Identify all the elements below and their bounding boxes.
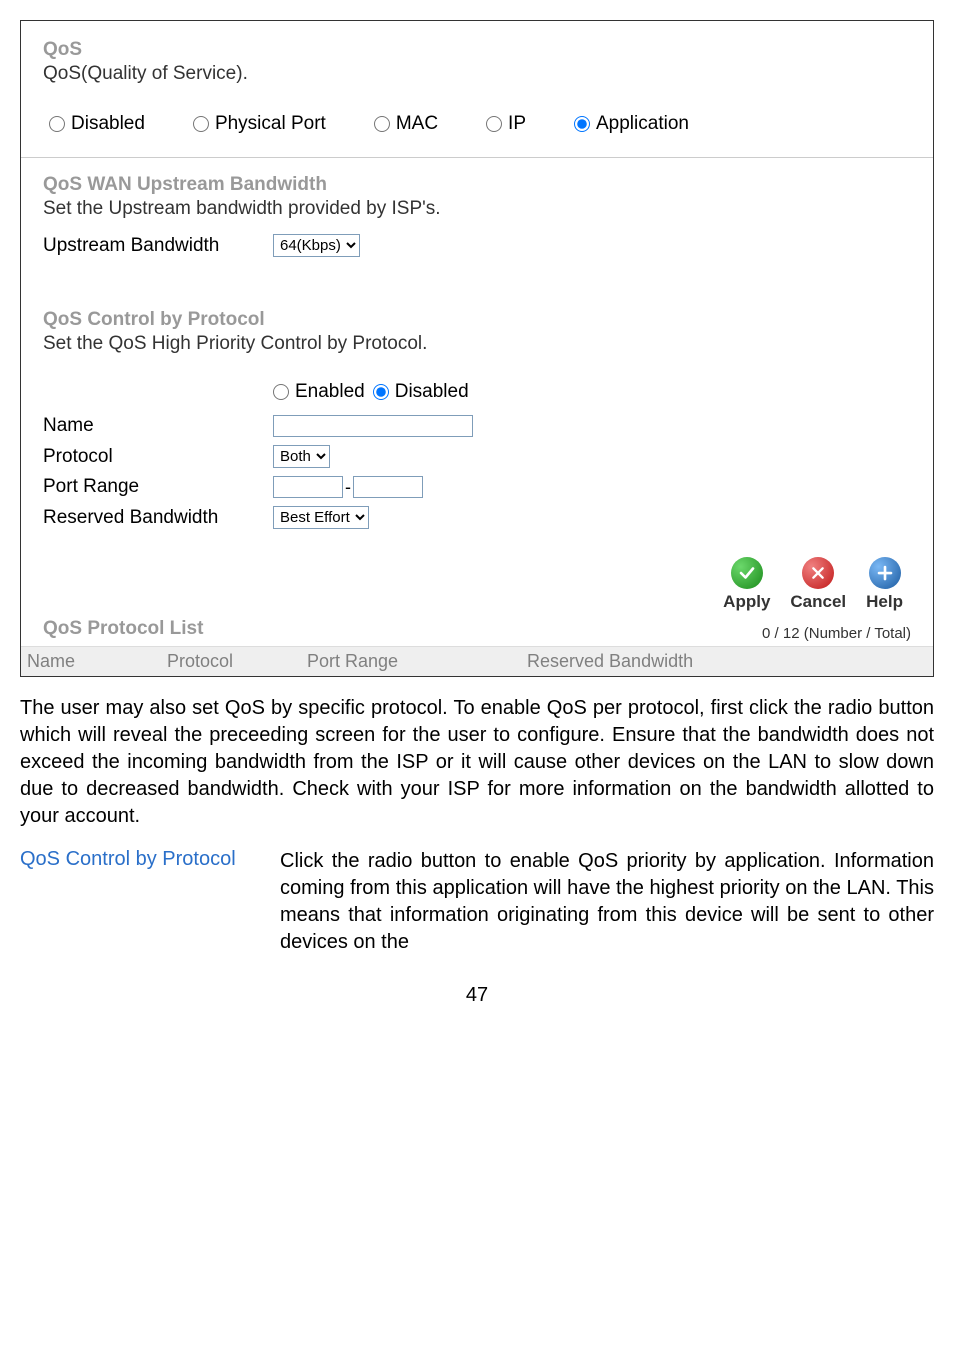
radio-physical-port[interactable]: Physical Port [193,113,326,135]
port-from-input[interactable] [273,476,343,498]
radio-disabled-label: Disabled [71,113,145,135]
radio-pc-enabled-label: Enabled [295,381,365,403]
port-range-dash: - [345,477,351,498]
radio-physical-port-input[interactable] [193,116,209,132]
qos-panel: QoS QoS(Quality of Service). Disabled Ph… [20,20,934,677]
definition-content: Click the radio button to enable QoS pri… [280,848,934,956]
x-icon [802,557,834,589]
radio-application-label: Application [596,113,689,135]
radio-ip[interactable]: IP [486,113,526,135]
upstream-bw-select[interactable]: 64(Kbps) [273,234,360,257]
radio-ip-label: IP [508,113,526,135]
protocol-label: Protocol [43,446,273,468]
col-name: Name [27,651,167,672]
radio-ip-input[interactable] [486,116,502,132]
help-label: Help [866,592,903,612]
port-to-input[interactable] [353,476,423,498]
upstream-subtitle: Set the Upstream bandwidth provided by I… [43,198,911,220]
upstream-title: QoS WAN Upstream Bandwidth [43,174,911,196]
apply-button[interactable]: Apply [723,557,770,612]
protocol-enabled-radios: Enabled Disabled [273,381,911,403]
qos-title: QoS [43,39,911,61]
protocol-form: Name Protocol Both Port Range - Reserved… [43,415,911,529]
radio-mac[interactable]: MAC [374,113,438,135]
port-range-inputs: - [273,476,423,498]
definition-row: QoS Control by Protocol Click the radio … [20,848,934,956]
reserved-bw-label: Reserved Bandwidth [43,507,273,529]
col-port: Port Range [307,651,527,672]
protocol-control-section: QoS Control by Protocol Set the QoS High… [43,293,911,676]
upstream-bw-label: Upstream Bandwidth [43,235,273,257]
qos-section: QoS QoS(Quality of Service). Disabled Ph… [43,39,911,157]
protocol-list-header: QoS Protocol List 0 / 12 (Number / Total… [43,618,911,642]
upstream-section: QoS WAN Upstream Bandwidth Set the Upstr… [43,158,911,257]
name-label: Name [43,415,273,437]
help-button[interactable]: Help [866,557,903,612]
radio-pc-disabled-input[interactable] [373,384,389,400]
radio-mac-input[interactable] [374,116,390,132]
plus-icon [869,557,901,589]
col-protocol: Protocol [167,651,307,672]
radio-disabled[interactable]: Disabled [49,113,145,135]
protocol-table-header: Name Protocol Port Range Reserved Bandwi… [21,646,933,676]
qos-subtitle: QoS(Quality of Service). [43,63,911,85]
radio-mac-label: MAC [396,113,438,135]
protocol-control-subtitle: Set the QoS High Priority Control by Pro… [43,333,911,355]
radio-disabled-input[interactable] [49,116,65,132]
qos-mode-radios: Disabled Physical Port MAC IP Applicatio… [43,95,911,157]
name-input[interactable] [273,415,473,437]
radio-pc-disabled-label: Disabled [395,381,469,403]
reserved-bw-select[interactable]: Best Effort [273,506,369,529]
radio-pc-enabled-input[interactable] [273,384,289,400]
check-icon [731,557,763,589]
port-range-label: Port Range [43,476,273,498]
protocol-control-title: QoS Control by Protocol [43,309,911,331]
col-reserved-bw: Reserved Bandwidth [527,651,927,672]
cancel-label: Cancel [790,592,846,612]
cancel-button[interactable]: Cancel [790,557,846,612]
radio-physical-port-label: Physical Port [215,113,326,135]
radio-application-input[interactable] [574,116,590,132]
action-buttons: Apply Cancel Help [43,557,911,612]
description-paragraph: The user may also set QoS by specific pr… [20,695,934,830]
protocol-list-title: QoS Protocol List [43,618,203,640]
page-number: 47 [10,984,944,1007]
apply-label: Apply [723,592,770,612]
protocol-select[interactable]: Both [273,445,330,468]
radio-pc-disabled[interactable]: Disabled [373,381,469,403]
radio-pc-enabled[interactable]: Enabled [273,381,365,403]
radio-application[interactable]: Application [574,113,689,135]
definition-label: QoS Control by Protocol [20,848,280,956]
protocol-list-count: 0 / 12 (Number / Total) [762,625,911,642]
